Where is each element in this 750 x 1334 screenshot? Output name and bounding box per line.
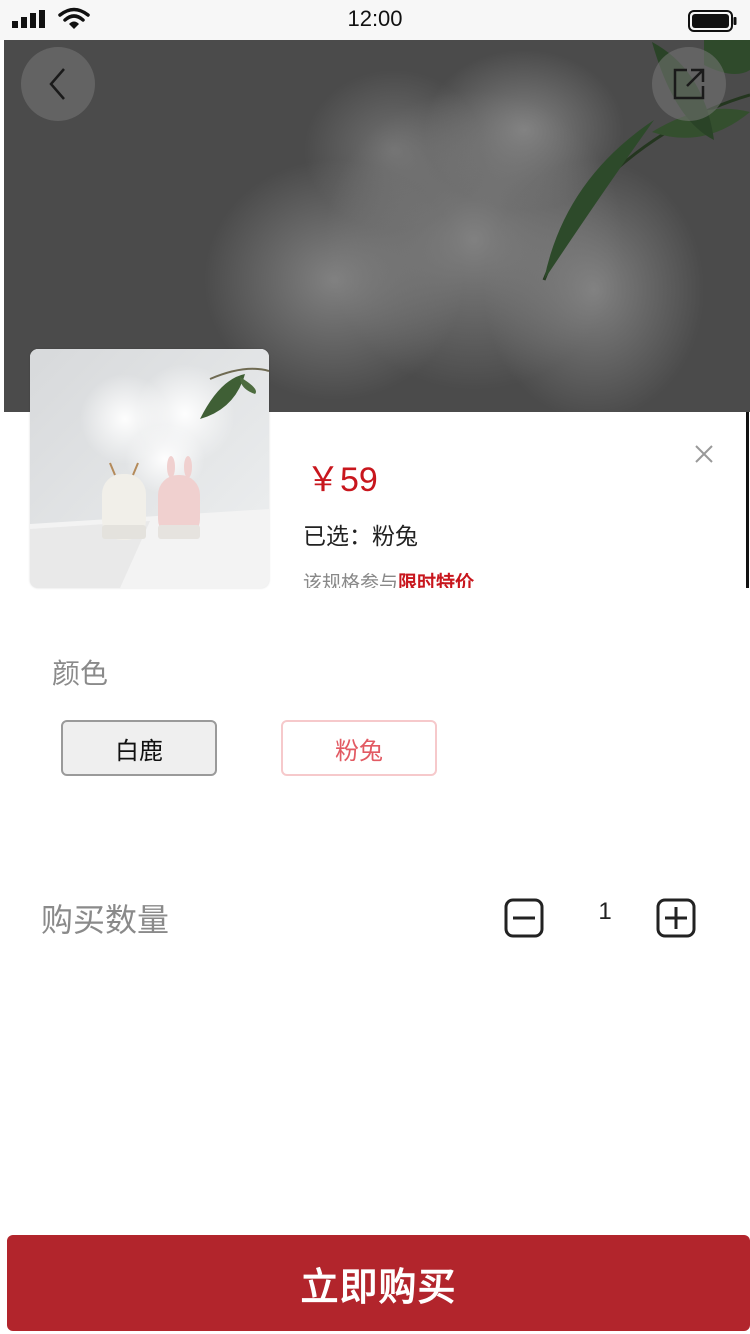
promo-prefix: 该规格参与: [303, 572, 399, 588]
close-button[interactable]: [692, 442, 716, 470]
close-icon: [695, 445, 713, 463]
quantity-increase-button[interactable]: [656, 898, 696, 942]
price: ￥59: [306, 461, 378, 499]
battery-icon: [688, 10, 737, 32]
chevron-left-icon: [49, 68, 65, 100]
promo-highlight: 限时特价: [398, 572, 475, 588]
product-thumbnail: [30, 349, 269, 588]
quantity-value[interactable]: 1: [590, 898, 620, 926]
back-button[interactable]: [21, 47, 95, 121]
color-label: 颜色: [52, 657, 109, 690]
share-button[interactable]: [652, 47, 726, 121]
selected-spec: 已选：粉兔: [303, 524, 418, 550]
minus-square-icon: [504, 898, 544, 938]
buy-now-button[interactable]: 立即购买: [7, 1235, 750, 1331]
promo-note: 该规格参与限时特价: [303, 568, 563, 588]
option-pink-rabbit[interactable]: 粉兔: [281, 720, 437, 776]
status-bar: 12:00: [0, 0, 750, 40]
share-external-icon: [673, 68, 705, 100]
quantity-decrease-button[interactable]: [504, 898, 544, 942]
sku-selector-page: 12:00 ￥59 已选：粉兔 该规格参与限时特价 颜色 白鹿 粉兔 购买数量 …: [0, 0, 750, 1334]
plus-square-icon: [656, 898, 696, 938]
quantity-label: 购买数量: [41, 901, 170, 939]
option-white-deer[interactable]: 白鹿: [61, 720, 217, 776]
status-time: 12:00: [347, 6, 403, 31]
humidifier-image: [30, 349, 269, 588]
